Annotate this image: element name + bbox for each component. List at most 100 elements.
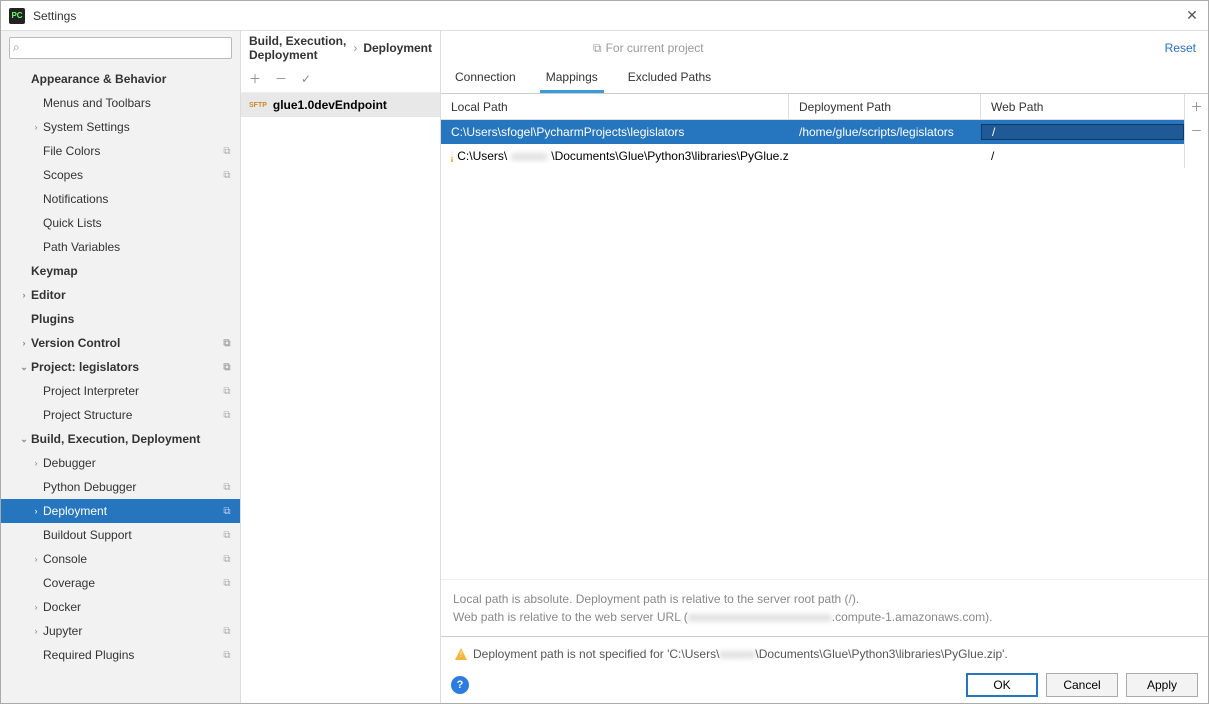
project-scope-icon: ⧉ xyxy=(220,338,234,349)
tree-item-coverage[interactable]: Coverage ⧉ xyxy=(1,571,240,595)
tree-item-label: Path Variables xyxy=(43,240,120,254)
tree-item-label: Quick Lists xyxy=(43,216,102,230)
tree-item-label: Deployment xyxy=(43,504,107,518)
tree-item-editor[interactable]: ›Editor xyxy=(1,283,240,307)
close-icon[interactable]: ✕ xyxy=(1184,8,1200,24)
servers-panel: Build, Execution, Deployment › Deploymen… xyxy=(241,31,441,703)
path-info: Local path is absolute. Deployment path … xyxy=(441,579,1208,636)
tree-item-label: Project Interpreter xyxy=(43,384,139,398)
tree-item-menus-and-toolbars[interactable]: Menus and Toolbars xyxy=(1,91,240,115)
tree-item-label: Project: legislators xyxy=(31,360,139,374)
tree-item-required-plugins[interactable]: Required Plugins ⧉ xyxy=(1,643,240,667)
tree-item-docker[interactable]: ›Docker xyxy=(1,595,240,619)
tab-connection[interactable]: Connection xyxy=(449,64,522,93)
tree-item-version-control[interactable]: ›Version Control ⧉ xyxy=(1,331,240,355)
cell-web-path[interactable]: / xyxy=(981,124,1184,140)
tree-item-label: Editor xyxy=(31,288,66,302)
copy-icon: ⧉ xyxy=(593,41,602,56)
project-scope-icon: ⧉ xyxy=(220,554,234,565)
tree-item-label: Build, Execution, Deployment xyxy=(31,432,200,446)
warning-icon: ! xyxy=(451,150,453,162)
add-mapping-icon[interactable]: ＋ xyxy=(1185,94,1208,118)
tree-item-console[interactable]: ›Console⧉ xyxy=(1,547,240,571)
tree-item-quick-lists[interactable]: Quick Lists xyxy=(1,211,240,235)
server-item[interactable]: SFTPglue1.0devEndpoint xyxy=(241,93,440,117)
tree-item-label: Version Control xyxy=(31,336,120,350)
tree-item-label: System Settings xyxy=(43,120,130,134)
tree-item-scopes[interactable]: Scopes ⧉ xyxy=(1,163,240,187)
warning-message: ! Deployment path is not specified for '… xyxy=(451,643,1198,665)
project-scope-icon: ⧉ xyxy=(220,170,234,181)
tree-item-path-variables[interactable]: Path Variables xyxy=(1,235,240,259)
help-icon[interactable]: ? xyxy=(451,676,469,694)
tree-item-label: Notifications xyxy=(43,192,108,206)
col-deploy[interactable]: Deployment Path xyxy=(789,94,981,119)
tab-excluded[interactable]: Excluded Paths xyxy=(622,64,717,93)
apply-button[interactable]: Apply xyxy=(1126,673,1198,697)
tree-item-label: Console xyxy=(43,552,87,566)
warning-icon: ! xyxy=(455,648,467,660)
title-bar: PC Settings ✕ xyxy=(1,1,1208,31)
server-name: glue1.0devEndpoint xyxy=(273,98,387,112)
tree-item-jupyter[interactable]: ›Jupyter⧉ xyxy=(1,619,240,643)
col-web[interactable]: Web Path xyxy=(981,94,1184,119)
project-scope-icon: ⧉ xyxy=(220,386,234,397)
ok-button[interactable]: OK xyxy=(966,673,1038,697)
cancel-button[interactable]: Cancel xyxy=(1046,673,1118,697)
tree-item-deployment[interactable]: ›Deployment ⧉ xyxy=(1,499,240,523)
project-scope-icon: ⧉ xyxy=(220,410,234,421)
tree-item-label: Scopes xyxy=(43,168,83,182)
settings-sidebar: ⌕ Appearance & BehaviorMenus and Toolbar… xyxy=(1,31,241,703)
tree-item-label: Menus and Toolbars xyxy=(43,96,151,110)
chevron-right-icon: › xyxy=(353,41,357,55)
tree-item-python-debugger[interactable]: Python Debugger⧉ xyxy=(1,475,240,499)
tree-item-file-colors[interactable]: File Colors⧉ xyxy=(1,139,240,163)
project-scope-icon: ⧉ xyxy=(220,146,234,157)
project-scope-icon: ⧉ xyxy=(220,482,234,493)
tree-item-project-structure[interactable]: Project Structure⧉ xyxy=(1,403,240,427)
expand-icon: › xyxy=(17,338,31,348)
cell-local-path[interactable]: !C:\Users\xxxxxx\Documents\Glue\Python3\… xyxy=(441,149,789,163)
project-scope-icon: ⧉ xyxy=(220,578,234,589)
search-input[interactable] xyxy=(9,37,232,59)
cell-web-path[interactable]: / xyxy=(981,149,1184,163)
tree-item-debugger[interactable]: ›Debugger xyxy=(1,451,240,475)
app-icon: PC xyxy=(9,8,25,24)
tab-mappings[interactable]: Mappings xyxy=(540,64,604,93)
tree-item-keymap[interactable]: Keymap xyxy=(1,259,240,283)
expand-icon: › xyxy=(29,122,43,132)
remove-server-icon[interactable]: － xyxy=(275,70,287,87)
tree-item-label: Debugger xyxy=(43,456,96,470)
mapping-row[interactable]: !C:\Users\xxxxxx\Documents\Glue\Python3\… xyxy=(441,144,1184,168)
tree-item-build-execution-deployment[interactable]: ⌄Build, Execution, Deployment xyxy=(1,427,240,451)
tree-item-notifications[interactable]: Notifications xyxy=(1,187,240,211)
settings-tree[interactable]: Appearance & Behavior Menus and Toolbars ›… xyxy=(1,65,240,703)
tree-item-appearance-behavior[interactable]: Appearance & Behavior xyxy=(1,67,240,91)
project-scope-icon: ⧉ xyxy=(220,506,234,517)
tree-item-plugins[interactable]: Plugins xyxy=(1,307,240,331)
expand-icon: ⌄ xyxy=(17,434,31,445)
tree-item-buildout-support[interactable]: Buildout Support ⧉ xyxy=(1,523,240,547)
col-local[interactable]: Local Path xyxy=(441,94,789,119)
tree-item-label: Jupyter xyxy=(43,624,82,638)
cell-deploy-path[interactable]: /home/glue/scripts/legislators xyxy=(789,125,981,139)
set-default-icon[interactable]: ✓ xyxy=(301,72,311,86)
breadcrumb-seg[interactable]: Build, Execution, Deployment xyxy=(249,34,347,62)
project-scope-hint: ⧉ For current project xyxy=(593,41,704,56)
tree-item-label: Buildout Support xyxy=(43,528,132,542)
expand-icon: › xyxy=(29,506,43,516)
tree-item-system-settings[interactable]: ›System Settings xyxy=(1,115,240,139)
project-scope-icon: ⧉ xyxy=(220,650,234,661)
reset-link[interactable]: Reset xyxy=(1165,41,1196,55)
tree-item-project-interpreter[interactable]: Project Interpreter ⧉ xyxy=(1,379,240,403)
project-scope-icon: ⧉ xyxy=(220,530,234,541)
tree-item-label: Coverage xyxy=(43,576,95,590)
mapping-row[interactable]: C:\Users\sfogel\PycharmProjects\legislat… xyxy=(441,120,1184,144)
tree-item-label: Required Plugins xyxy=(43,648,134,662)
add-server-icon[interactable]: ＋ xyxy=(249,70,261,87)
cell-local-path[interactable]: C:\Users\sfogel\PycharmProjects\legislat… xyxy=(441,125,789,139)
tree-item-project-legislators[interactable]: ⌄Project: legislators⧉ xyxy=(1,355,240,379)
mappings-header: Local Path Deployment Path Web Path xyxy=(441,94,1184,120)
tree-item-label: Docker xyxy=(43,600,81,614)
remove-mapping-icon[interactable]: － xyxy=(1185,118,1208,142)
